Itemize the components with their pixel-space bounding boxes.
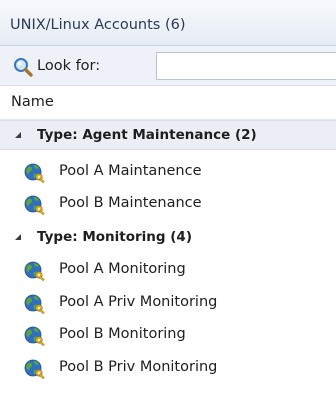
look-for-label: Look for: — [37, 58, 101, 74]
list-item-label: Pool A Priv Monitoring — [59, 294, 218, 310]
list-item-pool-a-monitoring[interactable]: Pool A Monitoring — [0, 254, 336, 286]
column-header-name[interactable]: Name — [0, 86, 336, 120]
list-item-pool-b-maintenance[interactable]: Pool B Maintenance — [0, 188, 336, 220]
account-pool-icon — [24, 325, 46, 347]
list-item-label: Pool B Monitoring — [59, 326, 186, 342]
list-item-label: Pool A Maintanence — [59, 163, 202, 179]
panel-title-bar: UNIX/Linux Accounts (6) — [0, 0, 336, 46]
expand-toggle-icon[interactable] — [15, 234, 21, 240]
account-pool-icon — [24, 358, 46, 380]
search-icon[interactable] — [12, 56, 34, 78]
group-label: Type: Monitoring (4) — [37, 229, 192, 245]
expand-toggle-icon[interactable] — [15, 132, 21, 138]
list-item-pool-a-priv-monitoring[interactable]: Pool A Priv Monitoring — [0, 287, 336, 319]
list-item-pool-a-maintanence[interactable]: Pool A Maintanence — [0, 156, 336, 188]
list-item-pool-b-priv-monitoring[interactable]: Pool B Priv Monitoring — [0, 352, 336, 384]
account-pool-icon — [24, 260, 46, 282]
list-item-pool-b-monitoring[interactable]: Pool B Monitoring — [0, 319, 336, 351]
group-label: Type: Agent Maintenance (2) — [37, 127, 257, 143]
account-pool-icon — [24, 293, 46, 315]
column-header-label: Name — [11, 94, 54, 110]
group-header-monitoring[interactable]: Type: Monitoring (4) — [0, 223, 336, 253]
account-pool-icon — [24, 194, 46, 216]
panel-title: UNIX/Linux Accounts (6) — [10, 17, 186, 33]
search-bar: Look for: — [0, 46, 336, 86]
unix-linux-accounts-panel: UNIX/Linux Accounts (6) Look for: Name T… — [0, 0, 336, 402]
group-header-agent-maintenance[interactable]: Type: Agent Maintenance (2) — [0, 120, 336, 150]
search-input[interactable] — [156, 52, 336, 80]
list-item-label: Pool A Monitoring — [59, 261, 186, 277]
list-item-label: Pool B Maintenance — [59, 195, 202, 211]
list-item-label: Pool B Priv Monitoring — [59, 359, 218, 375]
account-pool-icon — [24, 162, 46, 184]
